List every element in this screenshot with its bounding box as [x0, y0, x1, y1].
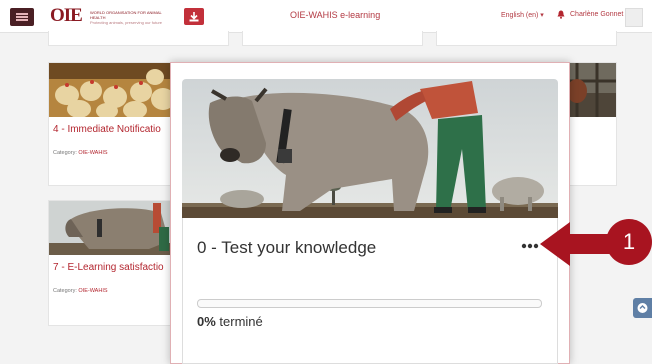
- course-card-top-middle[interactable]: [242, 31, 423, 46]
- user-avatar-icon[interactable]: [625, 8, 643, 27]
- oie-logo[interactable]: OIE: [50, 5, 83, 27]
- more-options-icon[interactable]: [521, 243, 539, 249]
- course-title[interactable]: 7 - E-Learning satisfactio: [53, 262, 171, 273]
- course-title[interactable]: 4 - Immediate Notificatio: [53, 124, 171, 135]
- course-image-cow-herder: [182, 79, 558, 218]
- course-category: Category: OIE-WAHIS: [53, 150, 108, 156]
- scroll-to-top-button[interactable]: [633, 298, 652, 318]
- download-icon: [189, 12, 199, 22]
- bell-icon[interactable]: [557, 10, 565, 19]
- callout-arrow-icon: [540, 222, 612, 266]
- course-card-top-left[interactable]: [48, 31, 229, 46]
- language-selector[interactable]: English (en) ▾: [501, 11, 544, 19]
- progress-bar: [197, 299, 542, 308]
- user-name[interactable]: Charlène Gonnet: [570, 11, 623, 18]
- download-button[interactable]: [184, 8, 204, 25]
- category-link[interactable]: OIE-WAHIS: [78, 150, 107, 156]
- hamburger-icon[interactable]: [10, 8, 34, 26]
- top-navbar: OIE WORLD ORGANISATION FOR ANIMAL HEALTH…: [0, 0, 652, 33]
- chevron-up-icon: [637, 303, 648, 313]
- course-card-top-right[interactable]: [436, 31, 617, 46]
- progress-text: 0% terminé: [197, 314, 263, 329]
- course-title[interactable]: 0 - Test your knowledge: [197, 238, 376, 258]
- logo-tagline: WORLD ORGANISATION FOR ANIMAL HEALTH Pro…: [90, 10, 163, 25]
- site-title[interactable]: OIE-WAHIS e-learning: [290, 10, 380, 20]
- callout-number-badge: 1: [606, 219, 652, 265]
- course-category: Category: OIE-WAHIS: [53, 288, 108, 294]
- category-link[interactable]: OIE-WAHIS: [78, 288, 107, 294]
